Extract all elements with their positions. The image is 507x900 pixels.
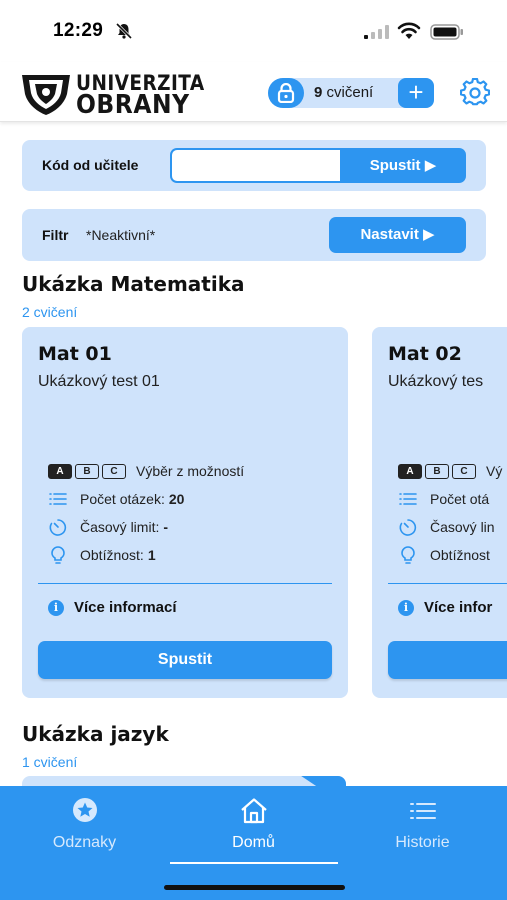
card-title: Mat 01 — [38, 343, 112, 365]
card-questions-row: Počet otázek: 20 — [48, 489, 184, 509]
tab-badges[interactable]: Odznaky — [0, 786, 169, 866]
wifi-icon — [397, 22, 421, 39]
card-questions-row: Počet otá — [398, 489, 489, 509]
tab-label: Historie — [395, 834, 450, 851]
home-icon — [241, 798, 267, 824]
tab-label: Odznaky — [52, 834, 117, 851]
more-info-link[interactable]: i Více infor — [398, 599, 492, 616]
logo-text-line2: OBRANY — [76, 90, 190, 120]
teacher-code-panel: Kód od učitele Spustit ▶ — [22, 140, 486, 191]
section-count[interactable]: 2 cvičení — [22, 304, 77, 320]
home-indicator[interactable] — [164, 885, 345, 890]
card-time-row: Časový lin — [398, 517, 495, 537]
section-title: Ukázka jazyk — [22, 722, 169, 746]
battery-icon — [430, 24, 463, 40]
abc-badge: C — [452, 463, 476, 479]
abc-choice-icon: A B C — [398, 463, 476, 479]
list-icon — [410, 803, 436, 819]
signal-icon — [364, 25, 389, 39]
card-divider — [388, 583, 507, 584]
bell-off-icon — [115, 22, 133, 40]
card-difficulty-row: Obtížnost — [398, 545, 490, 565]
exercise-card[interactable]: Mat 02 Ukázkový tes A B C Vý Počet otá Č… — [372, 327, 507, 698]
abc-badge: A — [48, 463, 72, 479]
shield-logo-icon — [22, 75, 70, 115]
app-header: UNIVERZITA OBRANY 9 cvičení + — [0, 62, 507, 122]
card-title: Mat 02 — [388, 343, 462, 365]
abc-badge: A — [398, 463, 422, 479]
credits-label: 9 cvičení — [314, 84, 373, 101]
timer-icon — [399, 519, 417, 536]
tab-history[interactable]: Historie — [338, 786, 507, 866]
active-tab-indicator — [170, 862, 338, 864]
lightbulb-icon — [401, 546, 415, 564]
card-time-row: Časový limit: - — [48, 517, 168, 537]
filter-label: Filtr — [42, 227, 69, 243]
card-difficulty-row: Obtížnost: 1 — [48, 545, 156, 565]
abc-badge: C — [102, 463, 126, 479]
filter-value: *Neaktivní* — [86, 227, 156, 243]
card-difficulty-label: Obtížnost — [430, 547, 490, 563]
card-difficulty-label: Obtížnost: — [80, 547, 144, 563]
card-type-row: A B C Vý — [398, 461, 502, 481]
card-difficulty-value: 1 — [147, 547, 156, 563]
info-icon: i — [48, 599, 64, 616]
more-info-label: Více infor — [424, 599, 493, 616]
section-title: Ukázka Matematika — [22, 272, 245, 296]
card-questions-label: Počet otá — [430, 491, 490, 507]
exercise-card[interactable]: Mat 01 Ukázkový test 01 A B C Výběr z mo… — [22, 327, 348, 698]
abc-badge: B — [75, 463, 99, 479]
card-type-row: A B C Výběr z možností — [48, 461, 244, 481]
card-type-label: Vý — [486, 463, 503, 479]
credits-unit: cvičení — [326, 84, 374, 101]
info-icon: i — [398, 599, 414, 616]
star-badge-icon — [73, 798, 97, 822]
list-icon — [49, 493, 67, 505]
bottom-tab-bar: Odznaky Domů Historie — [0, 786, 507, 900]
tab-home[interactable]: Domů — [169, 786, 338, 866]
card-time-label: Časový lin — [430, 519, 495, 535]
teacher-code-submit-button[interactable]: Spustit ▶ — [340, 148, 466, 183]
status-time: 12:29 — [53, 20, 104, 41]
filter-set-button[interactable]: Nastavit ▶ — [329, 217, 466, 253]
card-time-label: Časový limit: — [80, 519, 160, 535]
list-icon — [399, 493, 417, 505]
card-subtitle: Ukázkový test 01 — [38, 373, 160, 390]
status-bar: 12:29 — [0, 0, 507, 62]
card-questions-value: 20 — [168, 491, 185, 507]
abc-choice-icon: A B C — [48, 463, 126, 479]
gear-icon[interactable] — [460, 78, 490, 108]
teacher-code-input[interactable] — [170, 148, 342, 183]
lock-button[interactable] — [268, 78, 304, 108]
tab-label: Domů — [232, 834, 275, 851]
abc-badge: B — [425, 463, 449, 479]
card-type-label: Výběr z možností — [136, 463, 245, 479]
card-time-value: - — [163, 519, 169, 535]
card-start-button[interactable]: S — [388, 641, 507, 679]
lock-icon — [277, 83, 295, 103]
section-count[interactable]: 1 cvičení — [22, 754, 77, 770]
card-start-button[interactable]: Spustit — [38, 641, 332, 679]
card-divider — [38, 583, 332, 584]
more-info-link[interactable]: i Více informací — [48, 599, 177, 616]
filter-panel: Filtr *Neaktivní* Nastavit ▶ — [22, 209, 486, 261]
timer-icon — [49, 519, 67, 536]
university-logo: UNIVERZITA OBRANY — [20, 70, 204, 120]
teacher-code-label: Kód od učitele — [42, 157, 139, 173]
more-info-label: Více informací — [74, 599, 177, 616]
credits-count: 9 — [314, 84, 323, 101]
add-credits-button[interactable]: + — [398, 78, 434, 108]
credits-pill[interactable]: 9 cvičení + — [268, 78, 434, 108]
card-questions-label: Počet otázek: — [80, 491, 165, 507]
lightbulb-icon — [51, 546, 65, 564]
card-subtitle: Ukázkový tes — [388, 373, 484, 390]
